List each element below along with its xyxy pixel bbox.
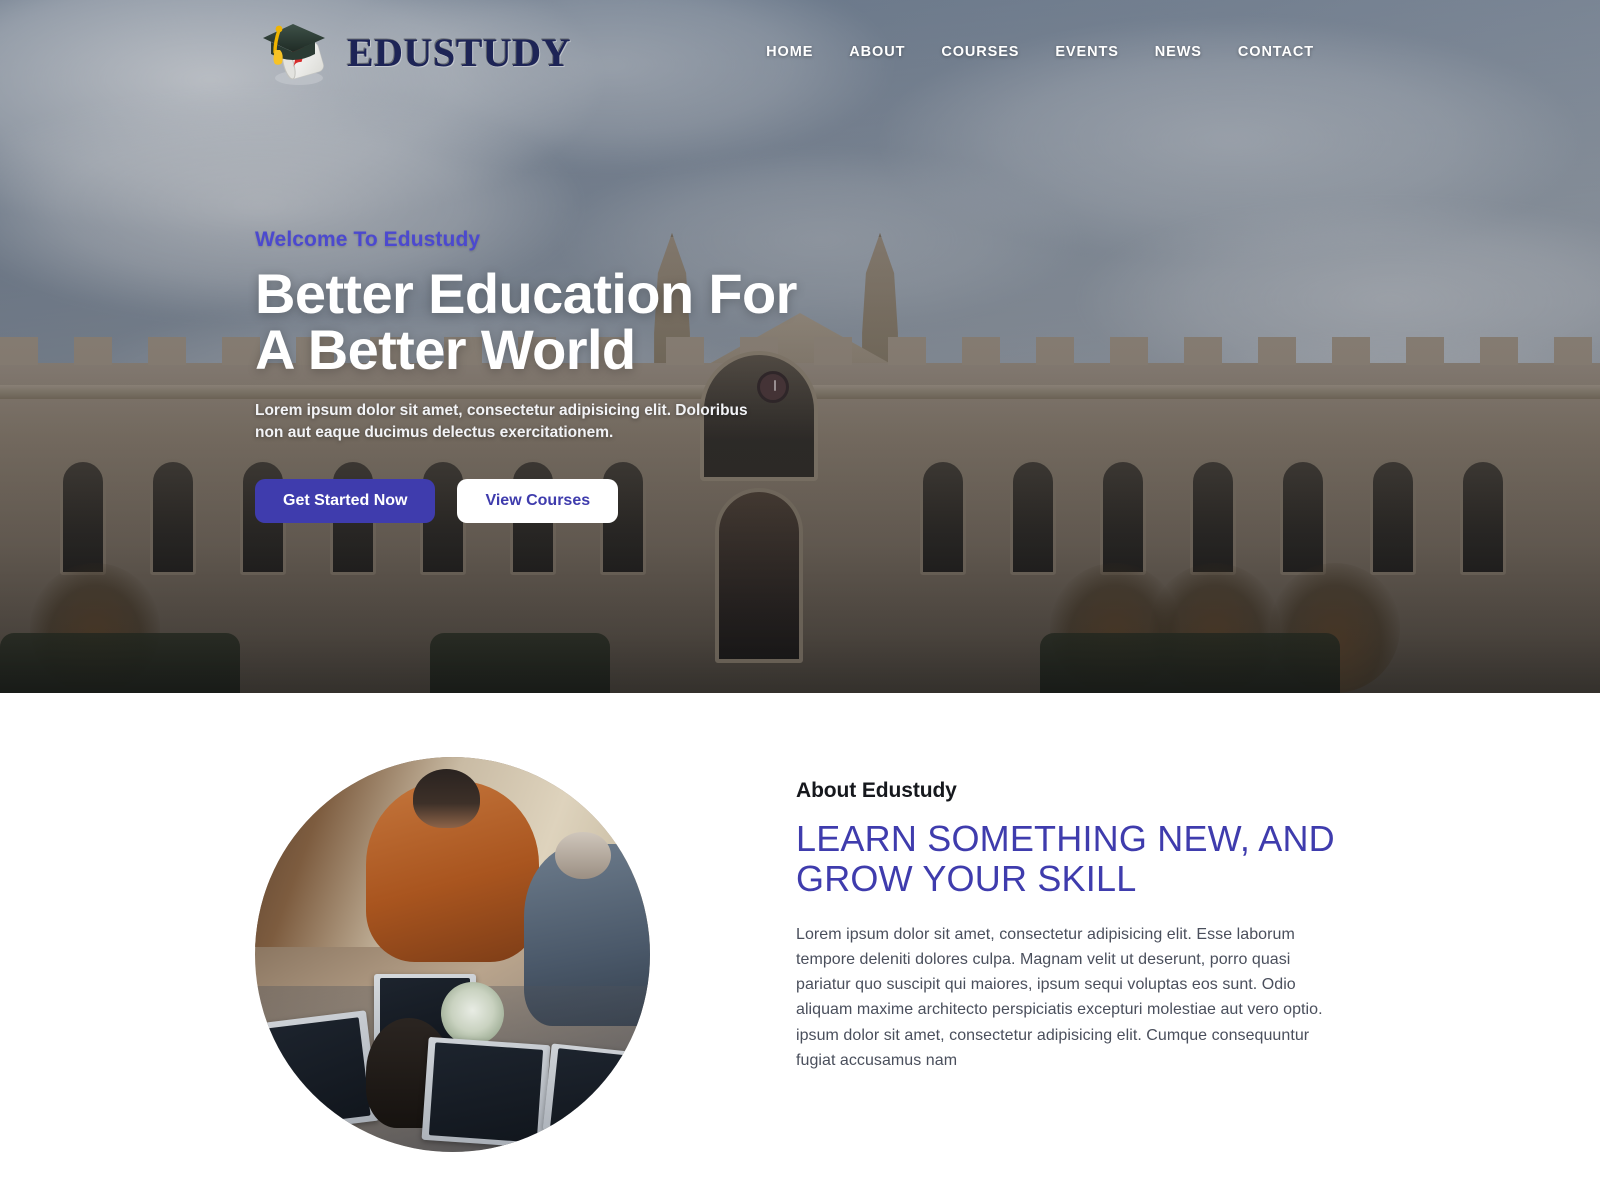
- nav-item-contact[interactable]: CONTACT: [1220, 38, 1332, 66]
- hero-section: EDUSTUDY HOME ABOUT COURSES EVENTS NEWS …: [0, 0, 1600, 693]
- photo-laptop: [543, 1043, 650, 1142]
- about-section: About Edustudy LEARN SOMETHING NEW, AND …: [0, 693, 1600, 1152]
- photo-laptop: [421, 1037, 551, 1149]
- hero-description: Lorem ipsum dolor sit amet, consectetur …: [255, 402, 748, 442]
- about-text-column: About Edustudy LEARN SOMETHING NEW, AND …: [796, 757, 1341, 1177]
- get-started-button[interactable]: Get Started Now: [255, 478, 436, 523]
- nav-item-events[interactable]: EVENTS: [1037, 38, 1136, 66]
- main-navigation: HOME ABOUT COURSES EVENTS NEWS CONTACT: [748, 38, 1332, 66]
- graduation-cap-diploma-icon: [255, 16, 333, 88]
- nav-item-courses[interactable]: COURSES: [923, 38, 1037, 66]
- photo-plant: [440, 982, 504, 1046]
- about-heading: LEARN SOMETHING NEW, AND GROW YOUR SKILL: [796, 818, 1335, 900]
- students-with-laptops-circular-photo: [255, 757, 650, 1152]
- hero-action-buttons: Get Started Now View Courses: [255, 478, 875, 523]
- nav-item-news[interactable]: NEWS: [1137, 38, 1220, 66]
- brand-logo-link[interactable]: EDUSTUDY: [255, 16, 571, 88]
- view-courses-button[interactable]: View Courses: [457, 478, 619, 523]
- photo-laptop: [255, 1009, 380, 1137]
- brand-name: EDUSTUDY: [347, 29, 572, 75]
- hero-content: Welcome To Edustudy Better Education For…: [255, 228, 875, 523]
- about-inner: About Edustudy LEARN SOMETHING NEW, AND …: [255, 757, 1345, 1177]
- about-kicker: About Edustudy: [796, 779, 957, 802]
- photo-student-head-2: [555, 832, 611, 880]
- hero-eyebrow: Welcome To Edustudy: [255, 228, 481, 251]
- nav-item-home[interactable]: HOME: [748, 38, 831, 66]
- photo-student-head: [413, 768, 481, 829]
- about-paragraph: Lorem ipsum dolor sit amet, consectetur …: [796, 925, 1323, 1069]
- about-image-figure: [255, 757, 650, 1177]
- hero-title: Better Education For A Better World: [255, 262, 797, 381]
- nav-item-about[interactable]: ABOUT: [831, 38, 923, 66]
- site-header: EDUSTUDY HOME ABOUT COURSES EVENTS NEWS …: [0, 0, 1600, 104]
